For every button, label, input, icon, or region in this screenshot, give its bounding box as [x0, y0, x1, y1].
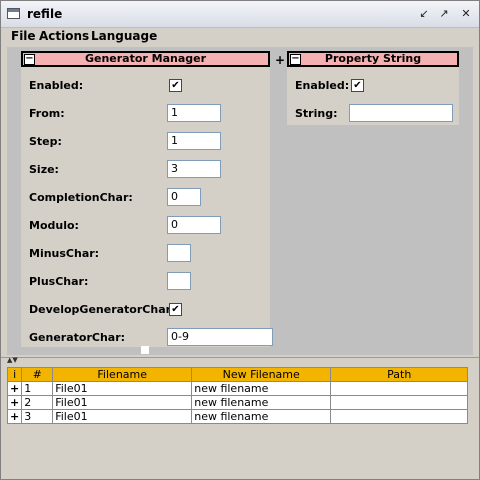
path-cell[interactable]: [330, 395, 469, 410]
add-generator-button[interactable]: +: [275, 53, 285, 67]
menu-actions[interactable]: Actions: [39, 29, 89, 43]
filename-cell: File01: [52, 381, 193, 396]
field-label: MinusChar:: [29, 247, 100, 260]
column-header-new-filename[interactable]: New Filename: [191, 367, 332, 382]
menu-file[interactable]: File: [11, 29, 36, 43]
generator-manager-panel: Generator Manager − Enabled: ✔ From: 1 Step:…: [21, 51, 273, 347]
text-field[interactable]: 0: [167, 216, 221, 234]
window-icon: [7, 8, 20, 19]
string-field[interactable]: [349, 104, 453, 122]
row-number-cell: 2: [21, 395, 54, 410]
generator-area: Generator Manager − Enabled: ✔ From: 1 Step:…: [7, 47, 473, 355]
property-string-header: Property String −: [287, 51, 459, 67]
property-string-panel: Property String − Enabled: ✔ String:: [287, 51, 459, 125]
string-label: String:: [295, 107, 338, 120]
app-window: refile ↙ ↗ ✕ File Actions Language Gener…: [0, 0, 480, 480]
menu-language[interactable]: Language: [91, 29, 157, 43]
field-label: Size:: [29, 163, 59, 176]
expand-row-icon[interactable]: +: [6, 381, 23, 396]
text-field[interactable]: 1: [167, 132, 221, 150]
column-header-number[interactable]: #: [21, 367, 54, 382]
path-cell[interactable]: [330, 381, 469, 396]
resize-grip[interactable]: [141, 346, 149, 354]
field-label: Step:: [29, 135, 62, 148]
menu-bar: File Actions Language: [1, 28, 479, 46]
table-row[interactable]: +2 File01 new filename: [6, 395, 469, 410]
text-field[interactable]: 1: [167, 104, 221, 122]
row-number-cell: 1: [21, 381, 54, 396]
text-field[interactable]: [167, 272, 191, 290]
row-number-cell: 3: [21, 409, 54, 424]
table-row[interactable]: +1 File01 new filename: [6, 381, 469, 396]
column-header-filename[interactable]: Filename: [52, 367, 193, 382]
expand-row-icon[interactable]: +: [6, 395, 23, 410]
split-arrows-icon[interactable]: ▲▼: [7, 356, 18, 364]
column-header-path[interactable]: Path: [330, 367, 469, 382]
collapse-icon[interactable]: −: [290, 54, 301, 65]
generator-manager-title: Generator Manager: [84, 52, 207, 65]
field-label: Modulo:: [29, 219, 79, 232]
title-bar[interactable]: refile ↙ ↗ ✕: [1, 1, 479, 28]
option-checkbox[interactable]: ✔: [169, 79, 182, 92]
table-row[interactable]: +3 File01 new filename: [6, 409, 469, 424]
file-table: i # Filename New Filename Path +1 File01 n…: [6, 367, 469, 424]
text-field[interactable]: 0: [167, 188, 201, 206]
field-label: From:: [29, 107, 65, 120]
close-icon[interactable]: ✕: [459, 7, 473, 21]
text-field[interactable]: 0-9: [167, 328, 273, 346]
field-label: DevelopGeneratorChar:: [29, 303, 176, 316]
option-checkbox[interactable]: ✔: [169, 303, 182, 316]
path-cell[interactable]: [330, 409, 469, 424]
field-label: GeneratorChar:: [29, 331, 126, 344]
column-header-i[interactable]: i: [6, 367, 23, 382]
expand-row-icon[interactable]: +: [6, 409, 23, 424]
new-filename-cell[interactable]: new filename: [191, 395, 332, 410]
text-field[interactable]: 3: [167, 160, 221, 178]
new-filename-cell[interactable]: new filename: [191, 381, 332, 396]
split-pane-divider[interactable]: ▲▼: [1, 346, 479, 364]
collapse-icon[interactable]: −: [24, 54, 35, 65]
field-label: CompletionChar:: [29, 191, 133, 204]
new-filename-cell[interactable]: new filename: [191, 409, 332, 424]
minimize-icon[interactable]: ↙: [417, 7, 431, 21]
filename-cell: File01: [52, 395, 193, 410]
maximize-icon[interactable]: ↗: [437, 7, 451, 21]
enabled-label: Enabled:: [295, 79, 350, 92]
text-field[interactable]: [167, 244, 191, 262]
field-label: PlusChar:: [29, 275, 89, 288]
property-string-title: Property String: [324, 52, 422, 65]
field-label: Enabled:: [29, 79, 84, 92]
window-title: refile: [27, 7, 63, 21]
enabled-checkbox[interactable]: ✔: [351, 79, 364, 92]
filename-cell: File01: [52, 409, 193, 424]
file-table-area: i # Filename New Filename Path +1 File01 n…: [6, 365, 473, 473]
generator-manager-header: Generator Manager −: [21, 51, 270, 67]
